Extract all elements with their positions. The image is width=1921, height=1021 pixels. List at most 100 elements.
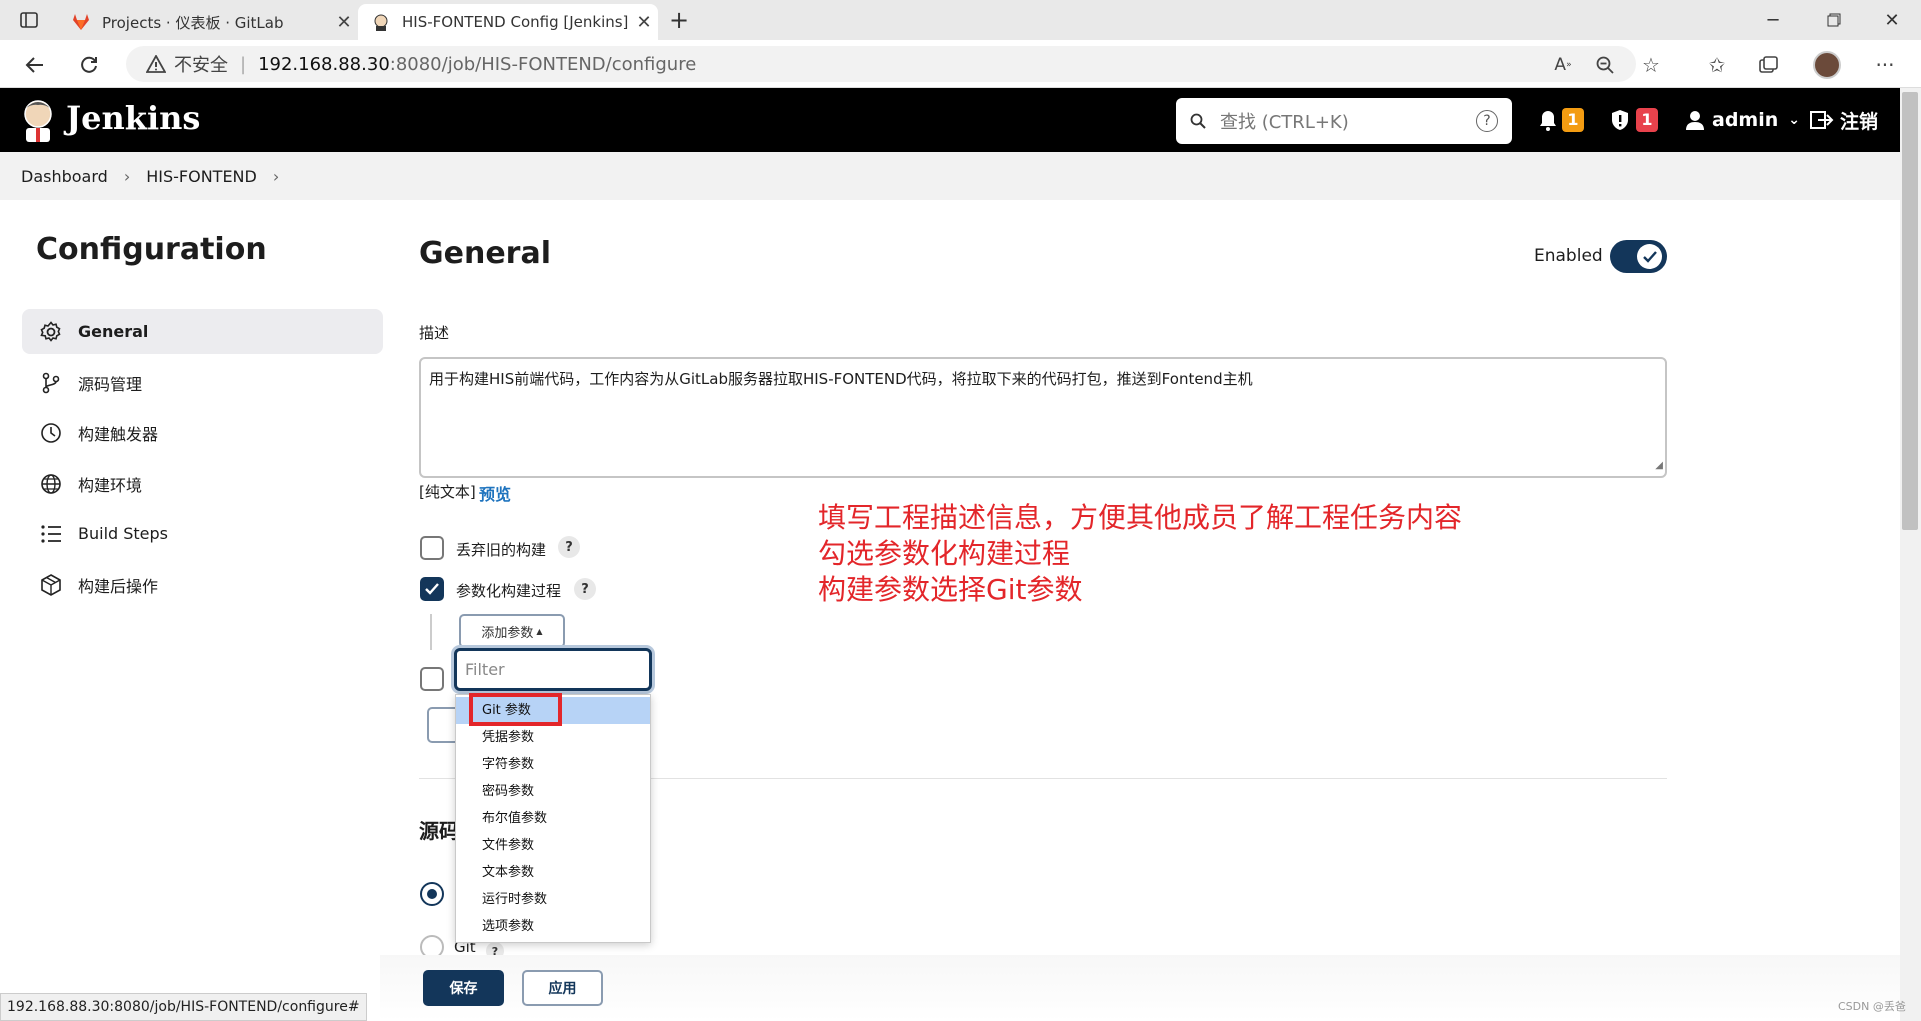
search-box[interactable]: 查找 (CTRL+K) ? (1176, 98, 1512, 144)
discard-old-builds-checkbox[interactable] (420, 536, 444, 560)
breadcrumb-his-fontend[interactable]: HIS-FONTEND (146, 167, 257, 186)
security-badge: 1 (1636, 108, 1658, 132)
section-heading-general: General (419, 236, 551, 271)
gitlab-fox-icon (72, 13, 90, 31)
save-button[interactable]: 保存 (423, 970, 504, 1006)
help-icon[interactable]: ? (574, 578, 596, 600)
sidebar-item-general[interactable]: General (22, 309, 383, 354)
breadcrumb: Dashboard › HIS-FONTEND › (0, 152, 1900, 200)
breadcrumb-dashboard[interactable]: Dashboard (21, 167, 108, 186)
check-icon (1637, 244, 1662, 269)
zoom-icon[interactable] (1588, 48, 1622, 82)
logout-icon (1810, 110, 1834, 130)
new-tab-button[interactable]: + (664, 6, 694, 34)
tab-title: HIS-FONTEND Config [Jenkins] (402, 13, 629, 31)
jenkins-brand[interactable]: Jenkins (66, 99, 200, 137)
add-parameter-button[interactable]: 添加参数 ▲ (459, 614, 565, 648)
chevron-right-icon[interactable]: › (273, 167, 279, 186)
resize-handle-icon[interactable]: ◢ (1655, 456, 1663, 476)
filter-placeholder: Filter (465, 660, 505, 679)
url-host: 192.168.88.30 (258, 53, 390, 75)
tab-title: Projects · 仪表板 · GitLab (102, 13, 284, 32)
sidebar-item-label: 构建环境 (78, 475, 143, 495)
param-option-run[interactable]: 运行时参数 (456, 886, 650, 913)
param-option-password[interactable]: 密码参数 (456, 778, 650, 805)
branch-icon (36, 372, 66, 394)
security-label: 不安全 (174, 55, 228, 76)
shield-icon (1610, 109, 1630, 131)
chevron-right-icon: › (123, 166, 131, 186)
param-option-boolean[interactable]: 布尔值参数 (456, 805, 650, 832)
status-bar-url: 192.168.88.30:8080/job/HIS-FONTEND/confi… (0, 993, 367, 1021)
browser-tab-gitlab[interactable]: Projects · 仪表板 · GitLab ✕ (58, 4, 358, 40)
reload-icon[interactable] (72, 48, 106, 82)
collections-icon[interactable] (1752, 48, 1786, 82)
notifications-button[interactable]: 1 (1538, 108, 1584, 132)
description-text: 用于构建HIS前端代码，工作内容为从GitLab服务器拉取HIS-FONTEND… (429, 370, 1253, 388)
param-option-file[interactable]: 文件参数 (456, 832, 650, 859)
url-path: :8080/job/HIS-FONTEND/configure (389, 53, 697, 75)
param-option-choice[interactable]: 选项参数 (456, 913, 650, 940)
parameterized-build-label: 参数化构建过程 (456, 582, 562, 600)
globe-icon (36, 473, 66, 495)
logout-button[interactable]: 注销 (1810, 106, 1878, 134)
plain-text-label: [纯文本] (419, 483, 476, 501)
parameter-filter-input[interactable]: Filter (454, 648, 652, 691)
user-menu[interactable]: admin ⌄ (1686, 106, 1800, 134)
profile-avatar[interactable] (1810, 48, 1844, 82)
sidebar-item-environment[interactable]: 构建环境 (22, 461, 383, 506)
add-parameter-label: 添加参数 (481, 625, 534, 641)
back-icon[interactable] (18, 48, 52, 82)
bell-icon (1538, 109, 1558, 131)
parameterized-build-checkbox[interactable] (420, 577, 444, 601)
restore-icon[interactable] (1806, 0, 1862, 40)
sidebar-item-label: 构建触发器 (78, 424, 159, 444)
sidebar-item-triggers[interactable]: 构建触发器 (22, 410, 383, 455)
close-tab-icon[interactable]: ✕ (330, 12, 358, 33)
url-field[interactable]: 不安全 | 192.168.88.30:8080/job/HIS-FONTEND… (126, 46, 1636, 82)
package-icon (36, 573, 66, 596)
help-icon[interactable]: ? (1476, 110, 1498, 132)
close-tab-icon[interactable]: ✕ (630, 12, 658, 33)
sidebar-item-scm[interactable]: 源码管理 (22, 360, 383, 405)
hidden-option-checkbox[interactable] (420, 667, 444, 691)
caret-up-icon: ▲ (536, 626, 543, 636)
scm-none-radio[interactable] (420, 882, 444, 906)
jenkins-favicon-icon (372, 13, 390, 31)
annotation-line-2: 勾选参数化构建过程 (818, 537, 1071, 570)
annotation-line-3: 构建参数选择Git参数 (818, 573, 1083, 606)
description-textarea[interactable]: 用于构建HIS前端代码，工作内容为从GitLab服务器拉取HIS-FONTEND… (419, 357, 1667, 478)
window-close-icon[interactable]: ✕ (1864, 0, 1920, 40)
param-option-string[interactable]: 字符参数 (456, 751, 650, 778)
more-menu-icon[interactable]: ··· (1868, 48, 1902, 82)
section-heading-scm: 源码 (419, 819, 459, 843)
param-option-credentials[interactable]: 凭据参数 (456, 724, 650, 751)
sidebar-item-post-build[interactable]: 构建后操作 (22, 562, 383, 607)
add-favorite-icon[interactable]: ☆ (1634, 48, 1668, 82)
bottom-action-bar (380, 955, 1900, 1021)
tab-actions-icon[interactable] (14, 8, 44, 32)
description-label: 描述 (419, 324, 450, 342)
sidebar-item-label: 构建后操作 (78, 576, 159, 596)
list-icon (36, 524, 66, 544)
param-option-text[interactable]: 文本参数 (456, 859, 650, 886)
sidebar-item-build-steps[interactable]: Build Steps (22, 511, 383, 556)
browser-tab-jenkins[interactable]: HIS-FONTEND Config [Jenkins] ✕ (358, 4, 658, 40)
discard-old-builds-label: 丢弃旧的构建 (456, 541, 547, 559)
enabled-label: Enabled (1534, 246, 1603, 266)
security-warnings-button[interactable]: 1 (1610, 108, 1658, 132)
jenkins-logo-icon[interactable] (20, 98, 56, 144)
enabled-toggle[interactable] (1610, 240, 1667, 273)
sidebar-item-label: General (78, 322, 149, 341)
read-aloud-icon[interactable]: A» (1546, 48, 1580, 82)
minimize-icon[interactable]: ─ (1745, 0, 1801, 40)
apply-button[interactable]: 应用 (522, 970, 603, 1006)
clock-icon (36, 422, 66, 444)
sidebar-item-label: 源码管理 (78, 374, 143, 394)
sidebar-item-label: Build Steps (78, 524, 169, 543)
favorites-icon[interactable]: ✩ (1700, 48, 1734, 82)
scrollbar-thumb[interactable] (1902, 92, 1918, 530)
username: admin (1712, 109, 1779, 131)
help-icon[interactable]: ? (558, 536, 580, 558)
preview-link[interactable]: 预览 (479, 481, 511, 505)
